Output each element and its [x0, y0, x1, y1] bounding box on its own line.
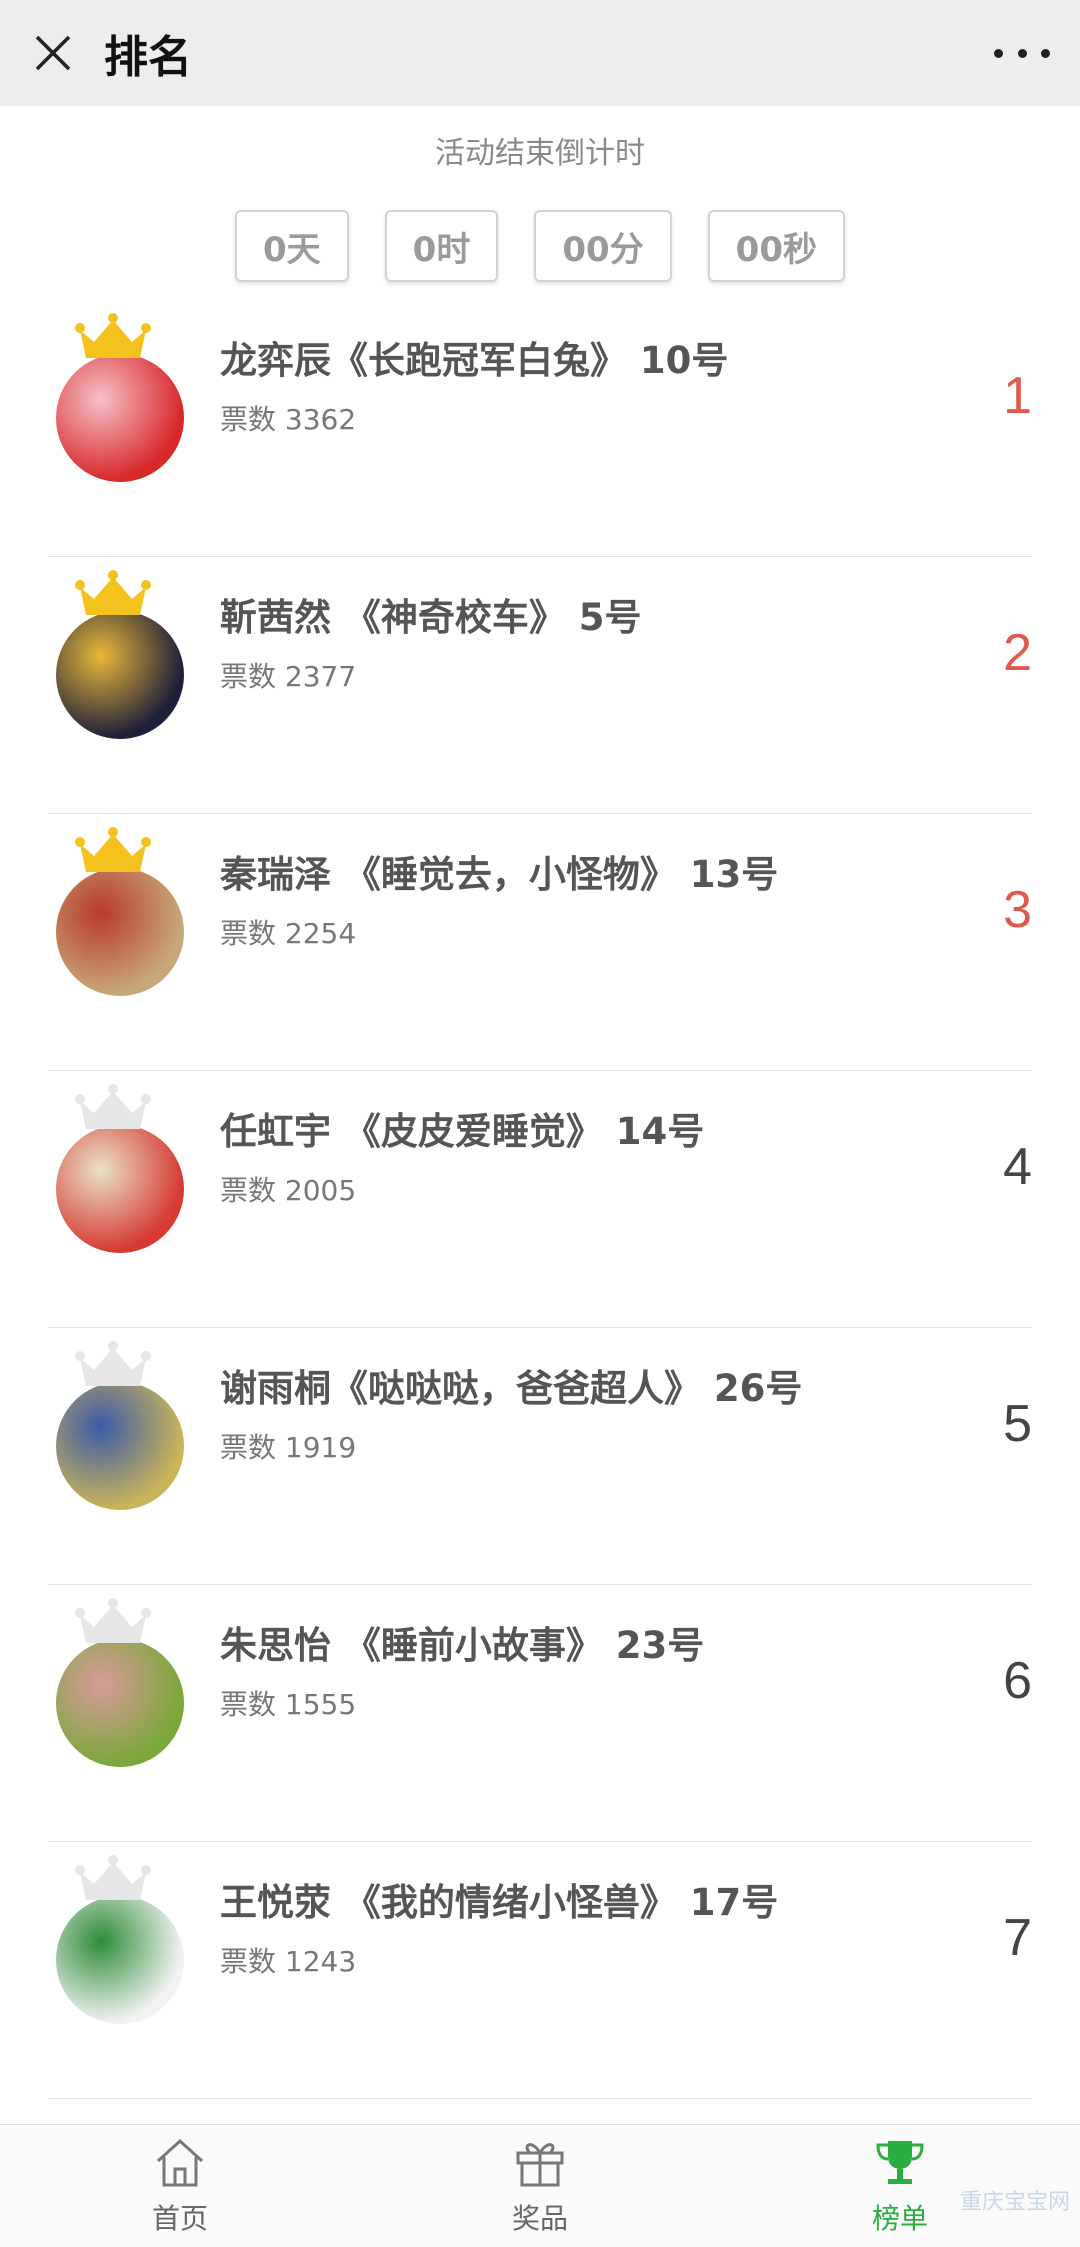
- ranking-row[interactable]: 龙弈辰《长跑冠军白兔》 10号 票数 3362 1: [48, 300, 1032, 557]
- vote-count: 票数 2005: [220, 1174, 357, 1207]
- tab-ranking-label: 榜单: [871, 2202, 928, 2235]
- crown-icon: [75, 827, 151, 872]
- rank-number: 4: [1003, 1138, 1032, 1196]
- crown-icon: [75, 1855, 151, 1900]
- avatar: [56, 1125, 184, 1253]
- ranking-row[interactable]: 朱思怡 《睡前小故事》 23号 票数 1555 6: [48, 1585, 1032, 1842]
- countdown-hours: 0时: [384, 210, 499, 282]
- rank-number: 3: [1003, 881, 1032, 939]
- entry-name: 秦瑞泽 《睡觉去，小怪物》 13号: [220, 853, 779, 896]
- avatar: [56, 868, 184, 996]
- rank-number: 2: [1003, 624, 1032, 682]
- countdown-timer: 0天 0时 00分 00秒: [0, 210, 1080, 282]
- vote-count: 票数 2377: [220, 660, 357, 693]
- entry-name: 任虹宇 《皮皮爱睡觉》 14号: [220, 1110, 705, 1153]
- countdown-minutes: 00分: [534, 210, 672, 282]
- top-navigation-bar: 排名: [0, 0, 1080, 106]
- vote-count: 票数 1243: [220, 1945, 357, 1978]
- crown-icon: [75, 1084, 151, 1129]
- avatar-with-crown: [52, 826, 192, 1006]
- vote-count: 票数 3362: [220, 403, 357, 436]
- crown-icon: [75, 1598, 151, 1643]
- ranking-row[interactable]: 王悦荥 《我的情绪小怪兽》 17号 票数 1243 7: [48, 1842, 1032, 2099]
- crown-icon: [75, 313, 151, 358]
- entry-name: 谢雨桐《哒哒哒，爸爸超人》 26号: [220, 1367, 803, 1410]
- ranking-row[interactable]: 谢雨桐《哒哒哒，爸爸超人》 26号 票数 1919 5: [48, 1328, 1032, 1585]
- entry-name: 朱思怡 《睡前小故事》 23号: [220, 1624, 705, 1667]
- avatar: [56, 354, 184, 482]
- avatar-with-crown: [52, 1083, 192, 1263]
- avatar-with-crown: [52, 1340, 192, 1520]
- rank-number: 1: [1003, 367, 1032, 425]
- avatar: [56, 611, 184, 739]
- entry-name: 龙弈辰《长跑冠军白兔》 10号: [220, 339, 729, 382]
- countdown-seconds: 00秒: [707, 210, 845, 282]
- vote-count: 票数 2254: [220, 917, 357, 950]
- tab-home[interactable]: 首页: [0, 2125, 360, 2247]
- avatar-with-crown: [52, 1854, 192, 2034]
- entry-name: 靳茜然 《神奇校车》 5号: [220, 596, 642, 639]
- vote-count: 票数 1919: [220, 1431, 357, 1464]
- close-icon[interactable]: [0, 0, 106, 106]
- avatar-with-crown: [52, 312, 192, 492]
- avatar: [56, 1896, 184, 2024]
- ranking-row[interactable]: 任虹宇 《皮皮爱睡觉》 14号 票数 2005 4: [48, 1071, 1032, 1328]
- rank-number: 6: [1003, 1652, 1032, 1710]
- avatar-with-crown: [52, 569, 192, 749]
- ranking-list: 龙弈辰《长跑冠军白兔》 10号 票数 3362 1 靳茜然 《神奇校车》 5号 …: [0, 300, 1080, 2099]
- bottom-tab-bar: 首页 奖品 榜单: [0, 2124, 1080, 2247]
- ranking-row[interactable]: 靳茜然 《神奇校车》 5号 票数 2377 2: [48, 557, 1032, 814]
- trophy-icon: [876, 2141, 924, 2184]
- watermark: 重庆宝宝网: [959, 2190, 1070, 2215]
- countdown-label: 活动结束倒计时: [435, 136, 645, 171]
- entry-name: 王悦荥 《我的情绪小怪兽》 17号: [220, 1881, 779, 1924]
- page-title: 排名: [104, 32, 192, 83]
- rank-number: 7: [1003, 1909, 1032, 1967]
- avatar: [56, 1639, 184, 1767]
- home-icon: [156, 2138, 204, 2187]
- countdown-days: 0天: [235, 210, 349, 282]
- rank-number: 5: [1003, 1395, 1032, 1453]
- tab-prizes-label: 奖品: [511, 2202, 568, 2235]
- crown-icon: [75, 1341, 151, 1386]
- avatar: [56, 1382, 184, 1510]
- more-options-icon[interactable]: [994, 28, 1050, 78]
- crown-icon: [75, 570, 151, 615]
- ranking-row[interactable]: 秦瑞泽 《睡觉去，小怪物》 13号 票数 2254 3: [48, 814, 1032, 1071]
- avatar-with-crown: [52, 1597, 192, 1777]
- vote-count: 票数 1555: [220, 1688, 357, 1721]
- gift-icon: [516, 2143, 564, 2187]
- tab-home-label: 首页: [151, 2202, 208, 2235]
- tab-prizes[interactable]: 奖品: [360, 2125, 720, 2247]
